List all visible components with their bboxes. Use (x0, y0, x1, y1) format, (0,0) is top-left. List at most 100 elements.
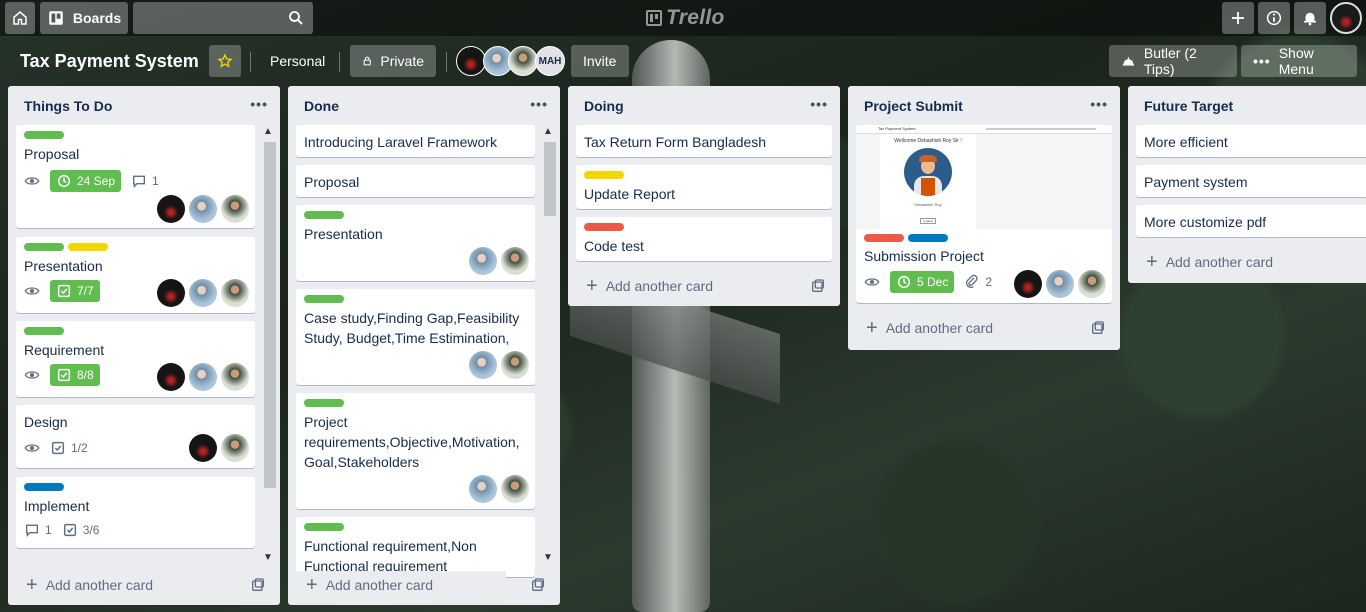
card-label-yellow[interactable] (584, 171, 624, 179)
board-title[interactable]: Tax Payment System (20, 51, 199, 72)
card-member-avatar[interactable] (501, 247, 529, 275)
visibility-button[interactable]: Private (350, 45, 436, 77)
card-label-green[interactable] (24, 327, 64, 335)
list-project-submit[interactable]: Project Submit ••• Tax Payment System We… (848, 86, 1120, 350)
home-button[interactable] (5, 2, 35, 34)
trello-logo[interactable]: Trello (646, 6, 725, 30)
list-title[interactable]: Done (304, 98, 339, 114)
card-more-customize-pdf[interactable]: More customize pdf (1136, 205, 1366, 237)
profile-avatar[interactable] (1330, 2, 1362, 34)
list-menu-button[interactable]: ••• (810, 96, 828, 112)
card-member-avatar[interactable] (189, 279, 217, 307)
scroll-up-icon[interactable]: ▲ (543, 126, 553, 137)
scroll-up-icon[interactable]: ▲ (263, 126, 273, 137)
list-done[interactable]: Done ••• ▲ ▼ Introducing Laravel Framewo… (288, 86, 560, 605)
card-member-avatar[interactable] (469, 247, 497, 275)
due-date-badge[interactable]: 24 Sep (50, 170, 122, 192)
boards-button[interactable]: Boards (40, 2, 128, 34)
add-card-button[interactable]: + Add another card (296, 571, 506, 599)
card-case-study[interactable]: Case study,Finding Gap,Feasibility Study… (296, 289, 535, 385)
search-input[interactable] (133, 2, 313, 34)
card-member-avatar[interactable] (189, 363, 217, 391)
card-label-yellow[interactable] (68, 243, 108, 251)
card-implement[interactable]: Implement 1 3/6 (16, 477, 255, 548)
card-project-requirements[interactable]: Project requirements,Objective,Motivatio… (296, 393, 535, 509)
list-title[interactable]: Project Submit (864, 98, 963, 114)
add-card-button[interactable]: + Add another card (856, 314, 1076, 342)
scroll-down-icon[interactable]: ▼ (263, 552, 273, 563)
card-label-blue[interactable] (24, 483, 64, 491)
card-label-green[interactable] (24, 131, 64, 139)
list-menu-button[interactable]: ••• (530, 96, 548, 112)
card-label-green[interactable] (304, 399, 344, 407)
card-member-avatar[interactable] (157, 363, 185, 391)
card-tax-return-form[interactable]: Tax Return Form Bangladesh (576, 125, 832, 157)
member-avatar-mah[interactable]: MAH (535, 46, 565, 76)
show-menu-button[interactable]: ••• Show Menu (1241, 45, 1357, 77)
team-label[interactable]: Personal (270, 53, 325, 69)
card-template-icon[interactable] (250, 577, 266, 593)
invite-button[interactable]: Invite (571, 45, 629, 77)
card-presentation[interactable]: Presentation (296, 205, 535, 281)
list-title[interactable]: Things To Do (24, 98, 112, 114)
list-scrollbar[interactable]: ▲ ▼ (542, 126, 556, 568)
list-menu-button[interactable]: ••• (250, 96, 268, 112)
member-avatar[interactable] (508, 46, 538, 76)
info-button[interactable] (1258, 2, 1290, 34)
list-title[interactable]: Doing (584, 98, 624, 114)
card-design[interactable]: Design 1/2 (16, 405, 255, 468)
list-things-to-do[interactable]: Things To Do ••• ▲ ▼ Proposal 24 Sep 1 P… (8, 86, 280, 605)
card-member-avatar[interactable] (469, 475, 497, 503)
card-label-green[interactable] (304, 523, 344, 531)
card-code-test[interactable]: Code test (576, 217, 832, 261)
star-button[interactable] (209, 45, 241, 77)
card-more-efficient[interactable]: More efficient (1136, 125, 1366, 157)
card-template-icon[interactable] (1090, 320, 1106, 336)
card-member-avatar[interactable] (1014, 270, 1042, 298)
member-avatar[interactable] (456, 46, 486, 76)
card-functional-requirement[interactable]: Functional requirement,Non Functional re… (296, 517, 535, 577)
card-label-green[interactable] (304, 295, 344, 303)
card-member-avatar[interactable] (1078, 270, 1106, 298)
card-member-avatar[interactable] (501, 475, 529, 503)
list-title[interactable]: Future Target (1144, 98, 1233, 114)
card-label-green[interactable] (304, 211, 344, 219)
card-member-avatar[interactable] (1046, 270, 1074, 298)
notifications-button[interactable] (1294, 2, 1326, 34)
card-proposal[interactable]: Proposal (296, 165, 535, 197)
card-introducing-laravel[interactable]: Introducing Laravel Framework (296, 125, 535, 157)
create-button[interactable] (1222, 2, 1254, 34)
card-member-avatar[interactable] (157, 279, 185, 307)
card-update-report[interactable]: Update Report (576, 165, 832, 209)
scroll-thumb[interactable] (264, 142, 276, 488)
card-member-avatar[interactable] (221, 363, 249, 391)
card-payment-system[interactable]: Payment system (1136, 165, 1366, 197)
list-future-target[interactable]: Future Target More efficient Payment sys… (1128, 86, 1366, 283)
card-template-icon[interactable] (530, 577, 546, 593)
card-member-avatar[interactable] (157, 195, 185, 223)
card-member-avatar[interactable] (221, 434, 249, 462)
card-member-avatar[interactable] (189, 434, 217, 462)
due-date-badge[interactable]: 5 Dec (890, 271, 955, 293)
card-member-avatar[interactable] (221, 195, 249, 223)
card-member-avatar[interactable] (221, 279, 249, 307)
card-presentation[interactable]: Presentation 7/7 (16, 237, 255, 313)
card-member-avatar[interactable] (189, 195, 217, 223)
card-requirement[interactable]: Requirement 8/8 (16, 321, 255, 397)
card-label-red[interactable] (864, 234, 904, 242)
add-card-button[interactable]: + Add another card (16, 571, 226, 599)
card-template-icon[interactable] (810, 278, 826, 294)
add-card-button[interactable]: + Add another card (576, 272, 796, 300)
list-menu-button[interactable]: ••• (1090, 96, 1108, 112)
add-card-button[interactable]: + Add another card (1136, 248, 1346, 276)
card-proposal[interactable]: Proposal 24 Sep 1 (16, 125, 255, 228)
card-label-blue[interactable] (908, 234, 948, 242)
card-member-avatar[interactable] (501, 351, 529, 379)
butler-button[interactable]: Butler (2 Tips) (1109, 45, 1237, 77)
card-member-avatar[interactable] (469, 351, 497, 379)
list-scrollbar[interactable]: ▲ ▼ (262, 126, 276, 568)
scroll-thumb[interactable] (544, 142, 556, 216)
card-submission-project[interactable]: Tax Payment System Wellcome Debashish Ro… (856, 125, 1112, 303)
scroll-down-icon[interactable]: ▼ (543, 552, 553, 563)
list-doing[interactable]: Doing ••• Tax Return Form Bangladesh Upd… (568, 86, 840, 306)
